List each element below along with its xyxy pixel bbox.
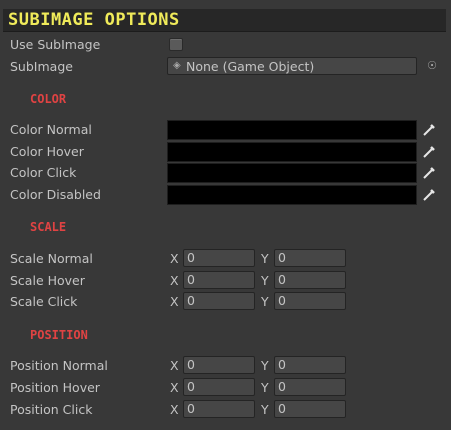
scale-click-y-field[interactable]: 0	[274, 292, 346, 310]
scale-normal-y-field[interactable]: 0	[274, 249, 346, 267]
position-normal-x-field[interactable]: 0	[183, 356, 255, 374]
y-axis-label: Y	[261, 294, 269, 309]
eyedropper-icon[interactable]	[421, 187, 437, 203]
position-click-row: Position Click X 0 Y 0	[0, 400, 451, 420]
x-axis-label: X	[170, 380, 179, 395]
color-row: Color Click	[0, 163, 451, 183]
color-disabled-swatch[interactable]	[167, 185, 417, 205]
y-axis-label: Y	[261, 380, 269, 395]
eyedropper-icon[interactable]	[421, 165, 437, 181]
section-header: SUBIMAGE OPTIONS	[3, 9, 446, 32]
eyedropper-icon[interactable]	[421, 144, 437, 160]
scale-hover-label: Scale Hover	[10, 273, 85, 288]
color-row: Color Normal	[0, 120, 451, 140]
position-hover-x-field[interactable]: 0	[183, 378, 255, 396]
position-normal-label: Position Normal	[10, 358, 108, 373]
scale-hover-row: Scale Hover X 0 Y 0	[0, 271, 451, 291]
position-normal-y-field[interactable]: 0	[274, 356, 346, 374]
position-hover-row: Position Hover X 0 Y 0	[0, 378, 451, 398]
subimage-row: SubImage ◈ None (Game Object) ☉	[0, 57, 451, 77]
color-row: Color Hover	[0, 142, 451, 162]
scale-section-title: SCALE	[30, 220, 67, 234]
position-section-title: POSITION	[30, 328, 88, 342]
scale-click-x-field[interactable]: 0	[183, 292, 255, 310]
section-title: SUBIMAGE OPTIONS	[8, 10, 180, 30]
scale-normal-label: Scale Normal	[10, 251, 93, 266]
position-click-y-field[interactable]: 0	[274, 400, 346, 418]
x-axis-label: X	[170, 273, 179, 288]
scale-click-label: Scale Click	[10, 294, 78, 309]
scale-click-row: Scale Click X 0 Y 0	[0, 292, 451, 312]
scale-normal-row: Scale Normal X 0 Y 0	[0, 249, 451, 269]
gameobject-icon: ◈	[173, 60, 181, 71]
y-axis-label: Y	[261, 358, 269, 373]
subimage-field-value: None (Game Object)	[186, 59, 315, 74]
color-hover-swatch[interactable]	[167, 142, 417, 162]
color-click-label: Color Click	[10, 165, 77, 180]
color-section-title: COLOR	[30, 92, 67, 106]
color-click-swatch[interactable]	[167, 163, 417, 183]
use-subimage-row: Use SubImage	[0, 35, 451, 55]
x-axis-label: X	[170, 358, 179, 373]
subimage-object-field[interactable]: ◈ None (Game Object)	[167, 57, 417, 75]
x-axis-label: X	[170, 402, 179, 417]
color-normal-label: Color Normal	[10, 122, 92, 137]
eyedropper-icon[interactable]	[421, 122, 437, 138]
object-picker-icon[interactable]: ☉	[425, 59, 439, 73]
y-axis-label: Y	[261, 402, 269, 417]
position-click-label: Position Click	[10, 402, 93, 417]
color-hover-label: Color Hover	[10, 144, 84, 159]
use-subimage-label: Use SubImage	[10, 37, 101, 52]
position-hover-label: Position Hover	[10, 380, 100, 395]
scale-hover-x-field[interactable]: 0	[183, 271, 255, 289]
x-axis-label: X	[170, 251, 179, 266]
color-normal-swatch[interactable]	[167, 120, 417, 140]
position-hover-y-field[interactable]: 0	[274, 378, 346, 396]
x-axis-label: X	[170, 294, 179, 309]
use-subimage-checkbox[interactable]	[169, 38, 183, 51]
y-axis-label: Y	[261, 251, 269, 266]
position-click-x-field[interactable]: 0	[183, 400, 255, 418]
color-disabled-label: Color Disabled	[10, 187, 101, 202]
color-row: Color Disabled	[0, 185, 451, 205]
y-axis-label: Y	[261, 273, 269, 288]
scale-hover-y-field[interactable]: 0	[274, 271, 346, 289]
position-normal-row: Position Normal X 0 Y 0	[0, 356, 451, 376]
subimage-label: SubImage	[10, 59, 73, 74]
scale-normal-x-field[interactable]: 0	[183, 249, 255, 267]
